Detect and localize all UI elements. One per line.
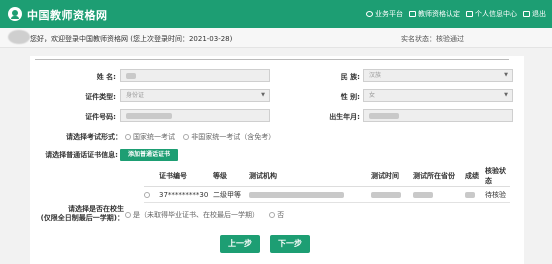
nav-personal-center[interactable]: 个人信息中心 <box>466 9 517 19</box>
radio-icon <box>183 134 190 140</box>
mandarin-cert-table: 证书编号 等级 测试机构 测试时间 测试所在省份 成绩 核验状态 37*****… <box>144 166 510 203</box>
monitor-icon <box>466 11 473 17</box>
birth-label: 出生年月: <box>329 113 360 121</box>
site-title: 中国教师资格网 <box>27 9 108 22</box>
name-field[interactable] <box>120 69 270 82</box>
gender-select[interactable]: 女 ▼ <box>363 89 513 102</box>
col-score: 成绩 <box>465 166 485 187</box>
divider <box>35 59 509 60</box>
radio-icon <box>269 212 276 218</box>
mandarin-label: 请选择普通话证书信息: <box>45 151 118 159</box>
col-cert-no: 证书编号 <box>159 166 213 187</box>
enrollment-label-line2: (仅限全日制最后一学期)： <box>40 214 124 222</box>
nav-business-platform[interactable]: 业务平台 <box>366 9 403 19</box>
radio-non-unified-exam[interactable]: 非国家统一考试（含免考） <box>183 133 275 141</box>
table-header: 证书编号 等级 测试机构 测试时间 测试所在省份 成绩 核验状态 <box>144 166 510 187</box>
next-step-button[interactable]: 下一步 <box>270 235 310 253</box>
radio-icon <box>125 134 131 140</box>
radio-enrolled-no[interactable]: 否 <box>269 211 284 219</box>
chevron-down-icon: ▼ <box>261 92 265 98</box>
table-row: 37*********30 二级甲等 待核验 <box>144 186 510 203</box>
welcome-bar: 您好，欢迎登录中国教师资格网 (您上次登录时间：2021-03-28) 实名状态… <box>0 28 552 48</box>
top-nav: 业务平台 教师资格认定 个人信息中心 退出 <box>366 9 546 19</box>
realname-status: 实名状态：核验通过 <box>401 35 464 43</box>
add-mandarin-cert-button[interactable]: 添加普通话证书 <box>120 149 178 161</box>
row-radio[interactable] <box>144 191 150 198</box>
col-test-org: 测试机构 <box>249 166 371 187</box>
monitor-icon <box>409 11 416 17</box>
chevron-down-icon: ▼ <box>504 72 508 78</box>
avatar <box>8 30 30 44</box>
logout-icon <box>523 11 530 17</box>
col-level: 等级 <box>213 166 249 187</box>
welcome-text: 您好，欢迎登录中国教师资格网 (您上次登录时间：2021-03-28) <box>30 35 233 43</box>
logo-icon <box>8 7 22 21</box>
radio-unified-exam[interactable]: 国家统一考试 <box>125 133 175 141</box>
radio-enrolled-yes[interactable]: 是（未取得毕业证书、在校最后一学期） <box>125 211 259 219</box>
blurred-value <box>371 191 401 198</box>
blurred-value <box>465 191 475 198</box>
info-circle-icon <box>366 11 373 17</box>
form-panel: 姓 名: 民 族: 汉族 ▼ 证件类型: 身份证 ▼ 性 别: 女 ▼ 证件号码… <box>30 56 524 264</box>
blurred-value <box>413 191 433 198</box>
radio-icon <box>125 212 131 218</box>
blurred-value <box>249 191 344 198</box>
prev-step-button[interactable]: 上一步 <box>220 235 260 253</box>
id-type-select[interactable]: 身份证 ▼ <box>120 89 270 102</box>
name-label: 姓 名: <box>96 73 116 81</box>
exam-form-label: 请选择考试形式： <box>66 133 122 141</box>
col-test-time: 测试时间 <box>371 166 413 187</box>
exam-form-radio-group: 国家统一考试 非国家统一考试（含免考） <box>125 132 275 142</box>
cell-verify-status: 待核验 <box>485 186 510 203</box>
cell-cert-no: 37*********30 <box>159 186 213 203</box>
top-header-bar: 中国教师资格网 业务平台 教师资格认定 个人信息中心 退出 <box>0 0 552 28</box>
nav-logout[interactable]: 退出 <box>523 9 546 19</box>
ethnicity-label: 民 族: <box>340 73 360 81</box>
id-number-label: 证件号码: <box>85 113 116 121</box>
col-verify-status: 核验状态 <box>485 166 510 187</box>
blurred-value <box>126 112 172 119</box>
enrollment-radio-group: 是（未取得毕业证书、在校最后一学期） 否 <box>125 210 284 220</box>
blurred-value <box>369 112 399 119</box>
id-number-field[interactable] <box>120 109 270 122</box>
birth-field[interactable] <box>363 109 513 122</box>
col-test-province: 测试所在省份 <box>413 166 465 187</box>
ethnicity-select[interactable]: 汉族 ▼ <box>363 69 513 82</box>
nav-teacher-certification[interactable]: 教师资格认定 <box>409 9 460 19</box>
gender-label: 性 别: <box>340 93 360 101</box>
chevron-down-icon: ▼ <box>504 92 508 98</box>
id-type-label: 证件类型: <box>85 93 116 101</box>
blurred-value <box>126 72 136 79</box>
cell-level: 二级甲等 <box>213 186 249 203</box>
